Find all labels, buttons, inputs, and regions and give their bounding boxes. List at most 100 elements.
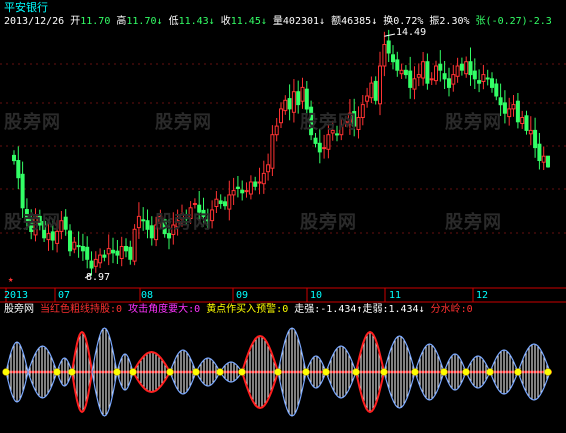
candle-body (132, 228, 137, 262)
candle-body (494, 83, 499, 97)
indicator-label: 走强:-1.434 (294, 304, 357, 315)
candle-body (317, 142, 322, 153)
candle-body (244, 190, 249, 193)
candle-body (304, 88, 309, 110)
candle-body (313, 137, 318, 144)
indicator-label: 分水岭:0 (430, 304, 473, 315)
indicator-label: 走弱:1.434 (362, 304, 419, 315)
candle-body (119, 246, 124, 259)
close-label: 收 (220, 16, 231, 27)
candle-body (485, 77, 490, 80)
quote-date: 2013/12/26 (4, 16, 65, 27)
candle-body (382, 44, 387, 67)
amount-value: 46385 (341, 16, 372, 27)
watermark: 股旁网 (445, 212, 502, 233)
candle-body (455, 65, 460, 77)
stock-name: 平安银行 (4, 1, 48, 14)
open-label: 开 (70, 16, 81, 27)
watermark: 股旁网 (445, 112, 502, 133)
candle-body (266, 164, 271, 173)
indicator-legend: 股旁网 当红色粗线持股:0 攻击角度要大:0 黄点作买入预警:0 走强:-1.4… (4, 304, 473, 316)
buy-warning-dot (411, 368, 419, 376)
buy-warning-dot (352, 368, 360, 376)
high-marker-label: 14.49 (396, 27, 427, 38)
candle-body (464, 61, 469, 75)
buy-warning-dot (322, 368, 330, 376)
candle-body (128, 246, 133, 260)
candle-body (429, 78, 434, 81)
watermark: 股旁网 (155, 112, 212, 133)
candle-body (46, 233, 51, 241)
candle-body (149, 225, 154, 239)
candle-body (490, 78, 494, 88)
candle-body (511, 104, 516, 110)
candle-body (12, 154, 16, 162)
candle-body (98, 254, 103, 264)
turnover-label: 换 (383, 16, 394, 27)
volume-label: 量 (272, 16, 283, 27)
arrow-down-icon: ↓ (319, 16, 326, 27)
candle-body (442, 73, 447, 80)
arrow-down-icon: ↓ (208, 16, 215, 27)
candle-body (296, 91, 301, 106)
candle-body (416, 74, 421, 78)
candle-body (270, 134, 275, 169)
candle-body (477, 80, 482, 84)
candle-body (425, 61, 430, 84)
candle-body (434, 65, 438, 82)
arrow-down-icon: ↓ (260, 16, 267, 27)
buy-warning-dot (440, 368, 448, 376)
candle-body (447, 78, 451, 88)
candle-body (356, 117, 361, 130)
oscillator-envelope (132, 371, 171, 394)
buy-warning-dot (514, 368, 522, 376)
candle-body (89, 260, 94, 269)
candle-body (106, 248, 111, 255)
candle-body (63, 216, 68, 230)
month-label: 11 (389, 290, 402, 301)
buy-warning-dot (113, 368, 121, 376)
change-value: (-0.27)-2.3 (485, 16, 552, 27)
candle-body (227, 194, 232, 210)
candle-body (481, 74, 486, 82)
candle-body (438, 63, 443, 71)
candle-body (365, 95, 370, 102)
candle-body (546, 155, 550, 168)
candle-body (214, 198, 219, 207)
candle-body (240, 189, 245, 194)
candle-body (468, 61, 473, 76)
low-label: 低 (168, 16, 179, 27)
watermark: 股旁网 (300, 212, 357, 233)
candle-body (403, 69, 408, 76)
arrow-down-icon: ↓ (418, 304, 425, 315)
red-marker-icon: ★ (8, 275, 14, 285)
candle-body (360, 104, 365, 118)
candle-body (451, 74, 456, 85)
watermark: 股旁网 (4, 112, 61, 133)
change-label: 张 (475, 16, 486, 27)
candle-body (386, 40, 391, 54)
kline-chart[interactable]: 股旁网 股旁网 股旁网 股旁网 股旁网 股旁网 股旁网 股旁网 平安银行 201… (0, 0, 566, 433)
candle-body (141, 219, 146, 222)
high-value: 11.70 (126, 16, 157, 27)
candle-body (524, 115, 529, 131)
candle-body (408, 70, 413, 88)
candle-body (412, 78, 417, 90)
buy-warning-dot (380, 368, 388, 376)
volume-value: 402301 (282, 16, 320, 27)
candle-body (76, 245, 81, 248)
buy-warning-dot (192, 368, 200, 376)
candle-body (287, 98, 292, 110)
candle-body (421, 61, 426, 79)
candle-body (498, 97, 503, 106)
candle-body (68, 230, 72, 252)
candle-body (335, 133, 339, 136)
oscillator-envelope (169, 349, 197, 373)
candle-body (283, 99, 288, 112)
high-marker-line (384, 33, 396, 37)
buy-warning-dot (2, 368, 10, 376)
candle-body (235, 186, 240, 189)
candle-body (326, 134, 331, 150)
candle-body (274, 125, 279, 136)
candle-body (322, 147, 327, 150)
